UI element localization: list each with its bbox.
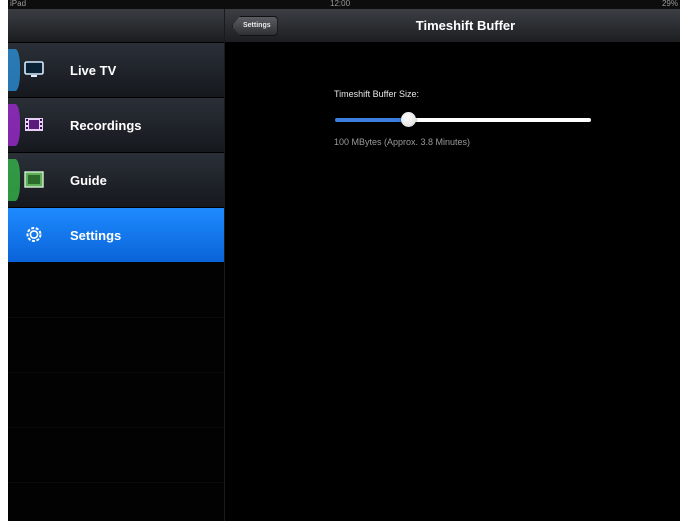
timeshift-buffer-size-label: Timeshift Buffer Size: [334,89,420,99]
sidebar-item-label: Guide [70,173,107,188]
carrier-label: iPad [10,0,27,8]
gear-icon [24,226,44,243]
timeshift-buffer-slider[interactable] [335,112,591,128]
sidebar-accent [8,159,20,201]
sidebar-empty-row [8,373,224,428]
sidebar-item-guide[interactable]: Guide [8,153,224,208]
sidebar-item-live-tv[interactable]: Live TV [8,43,224,98]
sidebar-header [8,9,224,43]
sidebar-item-recordings[interactable]: Recordings [8,98,224,153]
sidebar-empty-row [8,318,224,373]
status-time: 12:00 [330,0,351,8]
navigation-bar: Settings Timeshift Buffer [225,9,680,43]
sidebar-empty-row [8,263,224,318]
page-title: Timeshift Buffer [415,18,516,33]
tv-icon [24,61,44,78]
sidebar-item-label: Settings [70,228,122,243]
slider-track-empty [409,118,591,122]
sidebar-item-label: Recordings [70,118,142,133]
slider-thumb[interactable] [401,112,416,127]
detail-pane: Settings Timeshift Buffer Timeshift Buff… [225,9,680,521]
sidebar-empty-row [8,428,224,483]
sidebar-accent [8,104,20,146]
battery-label: 29% [661,0,678,8]
sidebar-item-settings[interactable]: Settings [8,208,224,263]
sidebar-accent [8,49,20,91]
timeshift-buffer-value: 100 MBytes (Approx. 3.8 Minutes) [334,137,471,147]
status-bar: iPad 12:00 29% [8,0,680,9]
sidebar-item-label: Live TV [70,63,117,78]
ipad-screen: iPad 12:00 29% Live TV Recordings Guide … [8,0,680,521]
sidebar: Live TV Recordings Guide Settings [8,9,225,521]
film-icon [24,116,44,133]
slider-track-filled [335,118,409,122]
guide-icon [24,171,44,188]
